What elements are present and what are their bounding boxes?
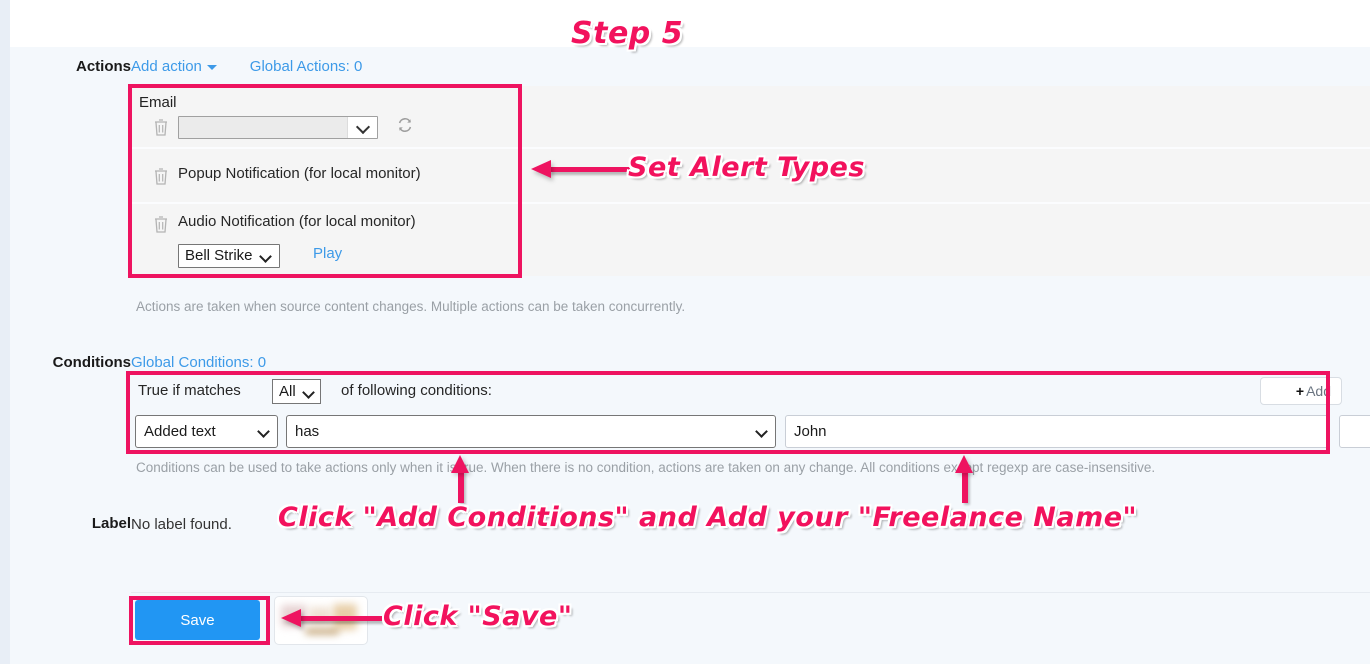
- label-label: Label: [91, 515, 131, 532]
- plus-icon: +: [1295, 383, 1305, 399]
- trash-icon[interactable]: [153, 215, 169, 233]
- play-sound-link[interactable]: Play: [313, 245, 342, 262]
- chevron-down-icon: [258, 250, 272, 263]
- chevron-down-icon: [206, 64, 217, 70]
- footer-divider: [131, 592, 1370, 593]
- condition-operator-select[interactable]: has: [286, 415, 776, 448]
- add-condition-label: Add: [1306, 383, 1331, 399]
- actions-help-text: Actions are taken when source content ch…: [136, 299, 686, 314]
- condition-field-value: Added text: [144, 423, 216, 440]
- chevron-down-icon: [347, 117, 377, 138]
- action-item-email: Email: [131, 86, 1370, 149]
- action-audio-label: Audio Notification (for local monitor): [178, 213, 416, 230]
- page-root: Actions Add action Global Actions: 0 Ema…: [0, 0, 1370, 664]
- conditions-panel: True if matches All of following conditi…: [131, 377, 1370, 455]
- annotation-add-conditions: Click "Add Conditions" and Add your "Fre…: [278, 502, 1138, 533]
- condition-field-select[interactable]: Added text: [135, 415, 278, 448]
- action-item-audio: Audio Notification (for local monitor) B…: [131, 204, 1370, 276]
- annotation-click-save: Click "Save": [383, 601, 573, 632]
- condition-text-value: John: [794, 423, 827, 440]
- action-item-popup: Popup Notification (for local monitor): [131, 149, 1370, 204]
- true-if-matches-prefix: True if matches: [138, 382, 241, 399]
- conditions-links: Global Conditions: 0: [131, 354, 266, 372]
- action-email-title: Email: [139, 94, 177, 111]
- chevron-down-icon: [755, 425, 768, 438]
- add-condition-button[interactable]: + Add: [1260, 377, 1342, 405]
- conditions-header-row: True if matches All of following conditi…: [131, 377, 1370, 409]
- trash-icon[interactable]: [153, 118, 169, 136]
- actions-label: Actions: [75, 58, 131, 75]
- audio-sound-select[interactable]: Bell Strike: [178, 244, 280, 268]
- condition-extra-input[interactable]: [1339, 415, 1370, 448]
- top-white-strip: [0, 0, 1370, 47]
- save-button[interactable]: Save: [135, 600, 260, 640]
- refresh-icon[interactable]: [396, 116, 414, 134]
- match-mode-select[interactable]: All: [272, 379, 321, 404]
- label-value: No label found.: [131, 516, 232, 533]
- global-actions-link[interactable]: Global Actions: 0: [250, 58, 363, 75]
- actions-links: Add action Global Actions: 0: [131, 58, 362, 76]
- global-conditions-link[interactable]: Global Conditions: 0: [131, 354, 266, 371]
- audio-sound-value: Bell Strike: [185, 247, 253, 264]
- actions-panel: Email Popup Notification (for local moni…: [131, 86, 1370, 276]
- condition-rule-row: Added text has John: [131, 415, 1370, 455]
- secondary-button-redacted[interactable]: [274, 596, 368, 645]
- condition-operator-value: has: [295, 423, 320, 440]
- condition-text-input[interactable]: John: [785, 415, 1330, 448]
- true-if-matches-suffix: of following conditions:: [341, 382, 492, 399]
- conditions-help-text: Conditions can be used to take actions o…: [136, 460, 1156, 475]
- chevron-down-icon: [257, 425, 270, 438]
- add-action-link[interactable]: Add action: [131, 58, 217, 75]
- action-popup-label: Popup Notification (for local monitor): [178, 165, 421, 182]
- match-mode-value: All: [279, 383, 296, 400]
- conditions-label: Conditions: [52, 354, 131, 371]
- left-gutter: [0, 0, 10, 664]
- email-target-select[interactable]: [178, 116, 378, 139]
- trash-icon[interactable]: [153, 167, 169, 185]
- chevron-down-icon: [301, 386, 315, 399]
